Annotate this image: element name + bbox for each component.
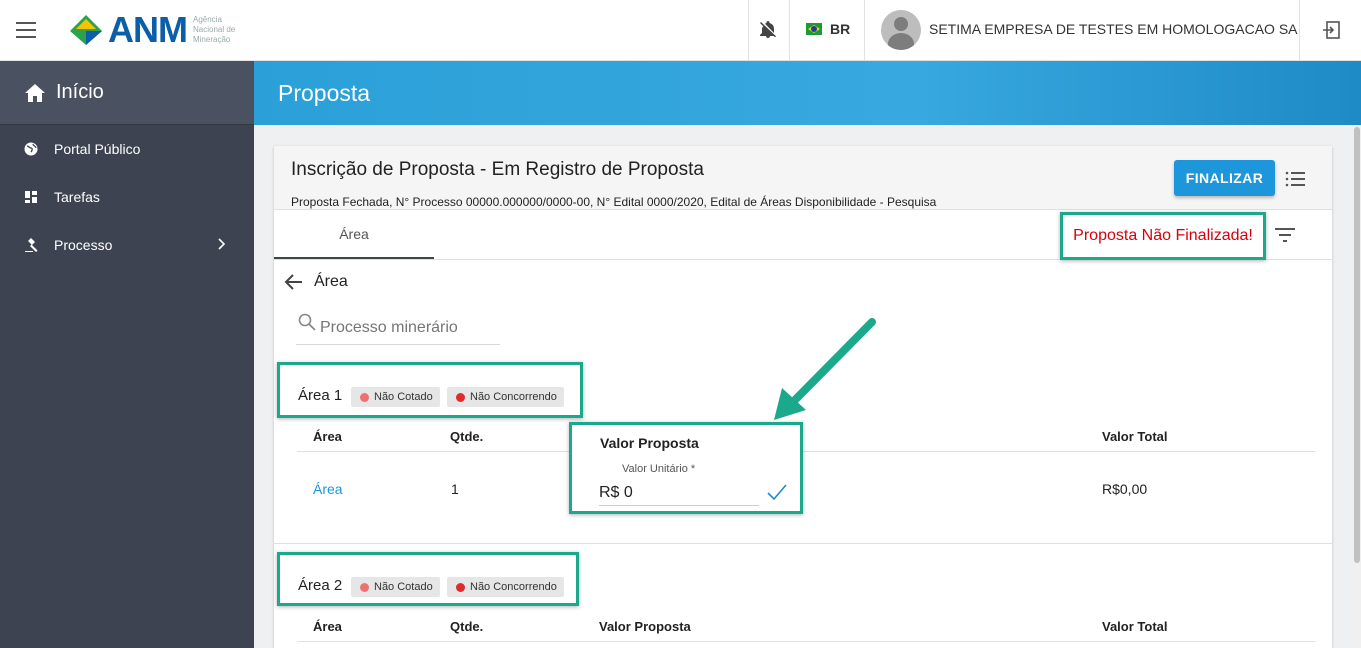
back-label: Área <box>314 273 348 290</box>
logo-text: ANM <box>108 9 188 50</box>
annotation-arrow-icon <box>774 318 876 420</box>
sidebar-item-label: Portal Público <box>54 141 141 157</box>
sidebar-item-label: Processo <box>54 237 113 253</box>
top-bar: ANM Agência Nacional de Mineração BR SET… <box>0 0 1361 61</box>
back-navigation[interactable]: Área <box>284 270 348 294</box>
badge-label: Não Cotado <box>374 391 433 403</box>
logout-icon[interactable] <box>1322 20 1342 40</box>
section-divider <box>274 543 1332 544</box>
sidebar: Início Portal Público Tarefas Processo <box>0 61 254 648</box>
gavel-icon <box>25 238 38 252</box>
search-icon <box>298 313 316 331</box>
logo-subtitle: Agência Nacional de Mineração <box>192 15 236 44</box>
row-divider <box>297 451 1315 452</box>
column-header: Valor Proposta <box>600 435 699 451</box>
chevron-right-icon <box>218 238 226 250</box>
sidebar-item-tarefas[interactable]: Tarefas <box>0 173 254 221</box>
globe-icon <box>24 142 38 156</box>
home-icon <box>25 83 45 102</box>
row-divider <box>297 641 1315 642</box>
sidebar-item-label: Tarefas <box>54 189 100 205</box>
scrollbar[interactable] <box>1352 125 1361 648</box>
status-dot-icon <box>360 582 369 592</box>
check-icon[interactable] <box>766 482 788 502</box>
status-badge: Não Concorrendo <box>447 577 564 597</box>
status-dot-icon <box>456 392 465 402</box>
sidebar-item-processo[interactable]: Processo <box>0 221 254 269</box>
divider <box>748 0 749 61</box>
dashboard-icon <box>25 191 37 203</box>
column-header: Valor Proposta <box>599 619 691 634</box>
language-selector[interactable]: BR <box>830 21 850 37</box>
unit-value-input[interactable] <box>599 480 759 506</box>
arrow-back-icon[interactable] <box>284 272 304 292</box>
brazil-flag-icon[interactable] <box>806 23 822 35</box>
tab-area[interactable]: Área <box>274 211 434 259</box>
column-header: Área <box>313 619 342 634</box>
badge-label: Não Concorrendo <box>470 391 557 403</box>
avatar[interactable] <box>881 10 921 50</box>
quantity-value: 1 <box>451 481 459 497</box>
status-badge: Não Concorrendo <box>447 387 564 407</box>
sidebar-item-portal-publico[interactable]: Portal Público <box>0 125 254 173</box>
sidebar-item-home[interactable]: Início <box>0 61 254 125</box>
finalize-button[interactable]: FINALIZAR <box>1174 160 1275 196</box>
sidebar-item-label: Início <box>56 81 104 103</box>
page-title: Proposta <box>278 80 371 106</box>
scrollbar-thumb[interactable] <box>1354 127 1360 563</box>
area-header-box: Área 2 Não Cotado Não Concorrendo <box>277 552 579 606</box>
card-title: Inscrição de Proposta - Em Registro de P… <box>291 159 704 180</box>
column-header: Valor Total <box>1102 429 1168 444</box>
total-value: R$0,00 <box>1102 481 1148 497</box>
status-dot-icon <box>360 392 369 402</box>
column-header: Área <box>313 429 342 444</box>
list-icon[interactable] <box>1285 170 1305 188</box>
search-field[interactable] <box>296 309 500 345</box>
filter-icon[interactable] <box>1275 228 1295 242</box>
tabs: Área Proposta Não Finalizada! <box>274 211 1332 260</box>
logo-mark-icon <box>70 15 102 45</box>
area-name: Área 1 <box>298 387 343 404</box>
column-header: Valor Total <box>1102 619 1168 634</box>
unit-value-label: Valor Unitário * <box>622 463 696 475</box>
column-header: Qtde. <box>450 619 484 634</box>
badge-label: Não Cotado <box>374 581 433 593</box>
search-input[interactable] <box>320 319 498 337</box>
notifications-off-icon[interactable] <box>758 20 778 40</box>
area-link[interactable]: Área <box>313 481 343 497</box>
page-banner: Proposta <box>254 61 1361 125</box>
card-header: Inscrição de Proposta - Em Registro de P… <box>274 146 1332 210</box>
area-name: Área 2 <box>298 577 343 594</box>
divider <box>1299 0 1300 61</box>
divider <box>864 0 865 61</box>
badge-label: Não Concorrendo <box>470 581 557 593</box>
valor-proposta-box: Valor Proposta Valor Unitário * <box>569 422 803 514</box>
divider <box>789 0 790 61</box>
logo[interactable]: ANM Agência Nacional de Mineração <box>68 9 253 51</box>
status-highlight: Proposta Não Finalizada! <box>1060 212 1266 260</box>
card-subtitle: Proposta Fechada, N° Processo 00000.0000… <box>291 195 937 209</box>
column-header: Qtde. <box>450 429 484 444</box>
menu-icon[interactable] <box>16 22 36 38</box>
status-message: Proposta Não Finalizada! <box>1073 227 1253 244</box>
area-header-box: Área 1 Não Cotado Não Concorrendo <box>277 362 583 418</box>
company-name[interactable]: SETIMA EMPRESA DE TESTES EM HOMOLOGACAO … <box>929 21 1298 37</box>
status-dot-icon <box>456 582 465 592</box>
status-badge: Não Cotado <box>351 387 440 407</box>
status-badge: Não Cotado <box>351 577 440 597</box>
